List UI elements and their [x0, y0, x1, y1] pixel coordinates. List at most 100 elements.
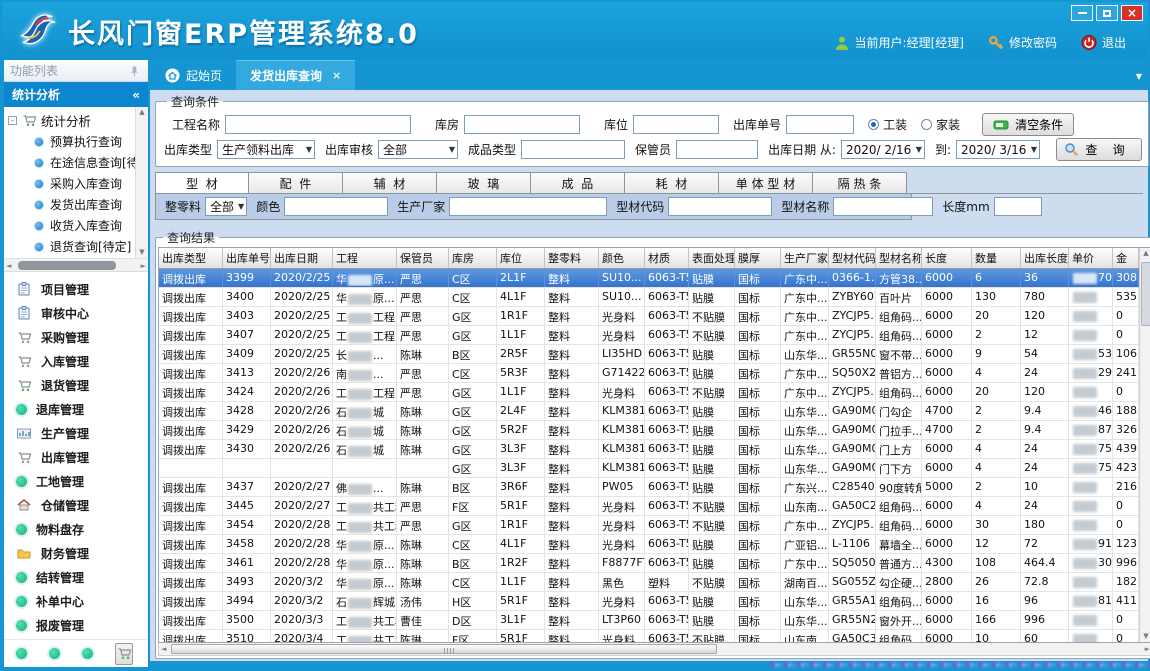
- expander-icon[interactable]: -: [8, 116, 17, 125]
- table-row[interactable]: 调拨出库34542020/2/28工共工程严思G区1R1F整料光身料6063-T…: [159, 516, 1139, 535]
- column-header[interactable]: 出库长度: [1021, 248, 1069, 268]
- logout-button[interactable]: 退出: [1081, 34, 1126, 51]
- column-header[interactable]: 数量: [972, 248, 1021, 268]
- close-icon[interactable]: ×: [1121, 5, 1143, 21]
- column-header[interactable]: 膜厚: [735, 248, 781, 268]
- sidebar-group-生产管理[interactable]: 生产管理: [4, 421, 148, 445]
- material-tab[interactable]: 辅 材: [343, 172, 437, 193]
- date-from-select[interactable]: 2020/ 2/16▼: [841, 140, 925, 159]
- scroll-up-icon[interactable]: ▲: [139, 108, 144, 117]
- scroll-right-icon[interactable]: ►: [141, 262, 146, 271]
- sidebar-group-项目管理[interactable]: 项目管理: [4, 277, 148, 301]
- sidebar-group-出库管理[interactable]: 出库管理: [4, 445, 148, 469]
- column-header[interactable]: 出库类型: [159, 248, 223, 268]
- tree-item[interactable]: 退货查询[待定]: [8, 236, 134, 257]
- column-header[interactable]: 保管员: [397, 248, 449, 268]
- sidebar-group-工地管理[interactable]: 工地管理: [4, 469, 148, 493]
- maximize-icon[interactable]: [1096, 5, 1118, 21]
- search-button[interactable]: 查 询: [1056, 138, 1142, 161]
- table-row[interactable]: 调拨出库34302020/2/26石城陈琳G区3L3F整料KLM38176063…: [159, 440, 1139, 459]
- tree-root[interactable]: - 统计分析: [8, 110, 134, 131]
- column-header[interactable]: 库位: [497, 248, 545, 268]
- green-dot-icon[interactable]: [82, 648, 93, 659]
- tree-item[interactable]: 在途信息查询[待: [8, 152, 134, 173]
- scroll-down-icon[interactable]: ▼: [1143, 632, 1148, 641]
- tab-list-chevron-icon[interactable]: ▼: [1136, 72, 1142, 81]
- column-header[interactable]: 出库单号: [223, 248, 271, 268]
- column-header[interactable]: 材质: [645, 248, 689, 268]
- tree-item[interactable]: 收货入库查询: [8, 215, 134, 236]
- tree-item[interactable]: 采购入库查询: [8, 173, 134, 194]
- table-row[interactable]: 调拨出库34612020/2/28华原...陈琳B区1R2F整料F8877FT6…: [159, 554, 1139, 573]
- change-password-button[interactable]: 修改密码: [988, 34, 1057, 51]
- scrollbar-thumb[interactable]: [18, 261, 116, 270]
- scrollbar-thumb[interactable]: [171, 644, 717, 654]
- minimize-icon[interactable]: [1071, 5, 1093, 21]
- manufacturer-input[interactable]: [449, 197, 607, 216]
- project-name-input[interactable]: [225, 115, 411, 134]
- out-type-select[interactable]: 生产领料出库▼: [217, 140, 315, 159]
- column-header[interactable]: 工程: [333, 248, 397, 268]
- section-header-statistics[interactable]: 统计分析 «: [4, 82, 148, 107]
- radio-homewear[interactable]: 家装: [921, 116, 960, 133]
- column-header[interactable]: 型材名称: [876, 248, 922, 268]
- scroll-right-icon[interactable]: ►: [1145, 645, 1150, 654]
- table-row[interactable]: 调拨出库34132020/2/26南...严思C区5R3F整料G71422606…: [159, 364, 1139, 383]
- profile-name-input[interactable]: [833, 197, 933, 216]
- table-row[interactable]: 调拨出库34582020/2/28华原...陈琳C区4L1F整料光身料6063-…: [159, 535, 1139, 554]
- scroll-down-icon[interactable]: ▼: [139, 248, 144, 257]
- column-header[interactable]: 库房: [449, 248, 497, 268]
- table-row[interactable]: 调拨出库34932020/3/2华原...陈琳C区1L1F整料黑色塑料不贴膜国标…: [159, 573, 1139, 592]
- sidebar-group-采购管理[interactable]: 采购管理: [4, 325, 148, 349]
- column-header[interactable]: 长度: [922, 248, 972, 268]
- table-row[interactable]: 调拨出库34242020/2/26工工程严思G区1L1F整料光身料6063-T5…: [159, 383, 1139, 402]
- green-dot-icon[interactable]: [16, 648, 27, 659]
- profile-code-input[interactable]: [668, 197, 772, 216]
- column-header[interactable]: 颜色: [599, 248, 645, 268]
- material-tab[interactable]: 耗 材: [625, 172, 719, 193]
- column-header[interactable]: 整零料: [545, 248, 599, 268]
- tree-item[interactable]: 发货出库查询: [8, 194, 134, 215]
- tab-起始页[interactable]: 起始页: [150, 60, 236, 90]
- material-tab[interactable]: 型 材: [155, 172, 249, 193]
- tab-发货出库查询[interactable]: 发货出库查询×: [236, 60, 355, 90]
- product-type-input[interactable]: [521, 140, 625, 159]
- table-row[interactable]: 调拨出库34032020/2/25工工程严思G区1R1F整料光身料6063-T5…: [159, 307, 1139, 326]
- table-row[interactable]: 调拨出库35102020/3/4工共工程陈琳F区5R1F整料光身料6063-T5…: [159, 630, 1139, 642]
- material-tab[interactable]: 配 件: [249, 172, 343, 193]
- tree-vertical-scrollbar[interactable]: ▲ ▼: [135, 107, 148, 258]
- column-header[interactable]: 金: [1113, 248, 1139, 268]
- sidebar-group-审核中心[interactable]: 审核中心: [4, 301, 148, 325]
- column-header[interactable]: 单价: [1069, 248, 1113, 268]
- scroll-up-icon[interactable]: ▲: [1143, 249, 1148, 258]
- material-tab[interactable]: 成 品: [531, 172, 625, 193]
- column-header[interactable]: 出库日期: [271, 248, 333, 268]
- radio-workwear[interactable]: 工装: [868, 116, 907, 133]
- cart-tool-button[interactable]: [115, 643, 133, 665]
- table-row[interactable]: 调拨出库34002020/2/25华原...严思C区4L1F整料SU10...6…: [159, 288, 1139, 307]
- table-row[interactable]: 调拨出库34072020/2/25工工程严思G区1L1F整料光身料6063-T5…: [159, 326, 1139, 345]
- table-row[interactable]: 调拨出库34292020/2/26石城陈琳G区5R2F整料KLM38176063…: [159, 421, 1139, 440]
- scroll-left-icon[interactable]: ◄: [161, 645, 166, 654]
- table-row[interactable]: 调拨出库33992020/2/25华原...严思C区2L1F整料SU10...6…: [159, 269, 1139, 288]
- green-dot-icon[interactable]: [49, 648, 60, 659]
- table-row[interactable]: 调拨出库34942020/3/2石辉城汤伟H区5R1F整料光身料6063-T5贴…: [159, 592, 1139, 611]
- table-row[interactable]: 调拨出库34452020/2/27工共工程严思F区5R1F整料光身料6063-T…: [159, 497, 1139, 516]
- pin-icon[interactable]: [126, 65, 142, 77]
- sidebar-group-财务管理[interactable]: 财务管理: [4, 541, 148, 565]
- scrollbar-thumb[interactable]: [1141, 262, 1150, 326]
- color-input[interactable]: [284, 197, 388, 216]
- table-row[interactable]: 调拨出库35002020/3/3工共工程曹佳D区3L1F整料LT3P606063…: [159, 611, 1139, 630]
- grid-horizontal-scrollbar[interactable]: ◄ ►: [158, 643, 1150, 656]
- tree-horizontal-scrollbar[interactable]: ◄ ►: [4, 259, 148, 272]
- order-no-input[interactable]: [786, 115, 854, 134]
- tree-item[interactable]: 预算执行查询: [8, 131, 134, 152]
- sidebar-group-报废管理[interactable]: 报废管理: [4, 613, 148, 637]
- clear-conditions-button[interactable]: 清空条件: [982, 113, 1074, 136]
- sidebar-group-物料盘存[interactable]: 物料盘存: [4, 517, 148, 541]
- sidebar-group-退库管理[interactable]: 退库管理: [4, 397, 148, 421]
- close-tab-icon[interactable]: ×: [332, 69, 341, 82]
- warehouse-input[interactable]: [464, 115, 580, 134]
- column-header[interactable]: 型材代码: [829, 248, 876, 268]
- sidebar-group-仓储管理[interactable]: 仓储管理: [4, 493, 148, 517]
